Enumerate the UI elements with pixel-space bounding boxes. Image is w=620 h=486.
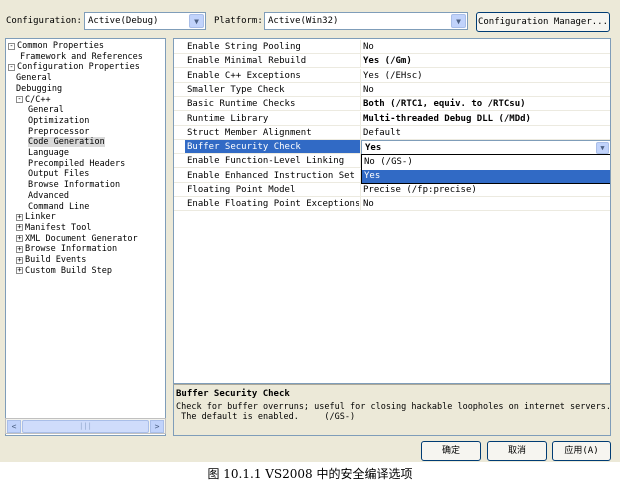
ok-button[interactable]: 确定 bbox=[421, 441, 481, 461]
column-divider bbox=[360, 111, 361, 126]
property-value: No bbox=[363, 42, 374, 52]
tree-node[interactable]: Browse Information bbox=[25, 244, 117, 254]
platform-dropdown[interactable]: Active(Win32) ▼ bbox=[264, 12, 468, 30]
property-name: Floating Point Model bbox=[187, 185, 296, 195]
scroll-right-arrow-icon[interactable]: > bbox=[150, 420, 164, 433]
property-name: Enable String Pooling bbox=[187, 42, 301, 52]
tree-node[interactable]: General bbox=[16, 73, 52, 83]
property-row[interactable]: Enable Minimal Rebuild Yes (/Gm) bbox=[174, 54, 610, 69]
tree-node[interactable]: Precompiled Headers bbox=[28, 159, 125, 169]
property-name: Enable Function-Level Linking bbox=[187, 156, 345, 167]
column-divider bbox=[360, 82, 361, 97]
property-pages-dialog: Configuration: Active(Debug) ▼ Platform:… bbox=[0, 0, 620, 462]
column-divider bbox=[360, 68, 361, 83]
property-name: Runtime Library bbox=[187, 113, 269, 124]
platform-value: Active(Win32) bbox=[268, 16, 339, 26]
property-row[interactable]: Struct Member Alignment Default bbox=[174, 125, 610, 140]
property-row[interactable]: Smaller Type Check No bbox=[174, 82, 610, 97]
property-name: Enable Minimal Rebuild bbox=[187, 56, 307, 67]
tree-node[interactable]: Advanced bbox=[28, 191, 69, 201]
property-value: Multi-threaded Debug DLL (/MDd) bbox=[363, 113, 531, 124]
platform-label: Platform: bbox=[214, 16, 263, 26]
scroll-left-arrow-icon[interactable]: < bbox=[7, 420, 21, 433]
property-value: Both (/RTC1, equiv. to /RTCsu) bbox=[363, 99, 526, 110]
tree-node[interactable]: C/C++ bbox=[25, 95, 51, 105]
column-divider bbox=[360, 54, 361, 69]
chevron-down-icon[interactable]: ▼ bbox=[189, 14, 204, 28]
column-divider bbox=[360, 197, 361, 212]
column-divider bbox=[360, 40, 361, 54]
dropdown-options-list: No (/GS-) Yes bbox=[361, 154, 610, 184]
tree-node[interactable]: General bbox=[28, 105, 64, 115]
property-name: Smaller Type Check bbox=[187, 84, 285, 95]
property-row[interactable]: Enable String Pooling No bbox=[174, 40, 610, 54]
property-tree: - Common Properties Framework and Referenc… bbox=[5, 38, 166, 436]
expand-plus-icon[interactable]: + bbox=[16, 235, 23, 243]
figure-caption: 图 10.1.1 VS2008 中的安全编译选项 bbox=[207, 467, 413, 481]
configuration-label: Configuration: bbox=[6, 16, 82, 26]
column-divider bbox=[360, 125, 361, 140]
tree-node[interactable]: Manifest Tool bbox=[25, 223, 92, 233]
dropdown-option[interactable]: Yes bbox=[362, 169, 610, 183]
property-grid: Enable String Pooling No Enable Minimal Re… bbox=[173, 38, 611, 384]
tree-node[interactable]: Linker bbox=[25, 212, 56, 222]
property-value: No bbox=[363, 84, 374, 95]
dropdown-option[interactable]: No (/GS-) bbox=[362, 156, 610, 169]
configuration-value: Active(Debug) bbox=[88, 16, 159, 26]
tree-node[interactable]: Debugging bbox=[16, 84, 62, 94]
scrollbar-thumb[interactable]: ||| bbox=[22, 420, 149, 433]
description-text: Check for buffer overruns; useful for cl… bbox=[176, 402, 611, 422]
property-name: Struct Member Alignment bbox=[187, 127, 312, 138]
property-value: Precise (/fp:precise) bbox=[363, 185, 477, 195]
tree-node[interactable]: Command Line bbox=[28, 202, 89, 212]
property-row[interactable]: Floating Point Model Precise (/fp:precise… bbox=[174, 183, 610, 197]
expand-plus-icon[interactable]: + bbox=[16, 256, 23, 264]
property-row[interactable]: Runtime Library Multi-threaded Debug DLL … bbox=[174, 111, 610, 126]
property-description-panel: Buffer Security Check Check for buffer o… bbox=[173, 384, 611, 436]
tree-node[interactable]: XML Document Generator bbox=[25, 234, 138, 244]
dropdown-value: Yes bbox=[365, 143, 382, 153]
tree-node[interactable]: Browse Information bbox=[28, 180, 120, 190]
expand-plus-icon[interactable]: + bbox=[16, 245, 23, 253]
tree-node[interactable]: Preprocessor bbox=[28, 127, 89, 137]
property-name: Enable C++ Exceptions bbox=[187, 70, 301, 81]
tree-node[interactable]: Custom Build Step bbox=[25, 266, 112, 276]
property-value: Default bbox=[363, 127, 401, 138]
property-value: Yes (/Gm) bbox=[363, 56, 412, 67]
column-divider bbox=[360, 97, 361, 112]
tree-node[interactable]: Configuration Properties bbox=[17, 62, 140, 72]
cancel-button[interactable]: 取消 bbox=[487, 441, 547, 461]
expand-plus-icon[interactable]: + bbox=[16, 224, 23, 232]
tree-node[interactable]: Code Generation bbox=[28, 137, 105, 148]
collapse-minus-icon[interactable]: - bbox=[8, 63, 15, 71]
apply-button[interactable]: 应用(A) bbox=[552, 441, 611, 461]
property-row[interactable]: Enable C++ Exceptions Yes (/EHsc) bbox=[174, 68, 610, 83]
tree-node[interactable]: Language bbox=[28, 148, 69, 158]
tree-node[interactable]: Framework and References bbox=[20, 52, 143, 62]
tree-node[interactable]: Optimization bbox=[28, 116, 89, 126]
property-name: Enable Floating Point Exceptions bbox=[187, 199, 359, 210]
property-row[interactable]: Basic Runtime Checks Both (/RTC1, equiv. … bbox=[174, 97, 610, 112]
collapse-minus-icon[interactable]: - bbox=[16, 96, 23, 103]
tree-node[interactable]: Output Files bbox=[28, 169, 89, 179]
property-value: No bbox=[363, 199, 374, 210]
collapse-minus-icon[interactable]: - bbox=[8, 42, 15, 50]
expand-plus-icon[interactable]: + bbox=[16, 267, 23, 275]
property-name: Buffer Security Check bbox=[185, 140, 360, 154]
property-name: Basic Runtime Checks bbox=[187, 99, 296, 110]
column-divider bbox=[360, 183, 361, 197]
expand-plus-icon[interactable]: + bbox=[16, 213, 23, 221]
configuration-dropdown[interactable]: Active(Debug) ▼ bbox=[84, 12, 206, 30]
tree-node[interactable]: Common Properties bbox=[17, 41, 104, 51]
tree-horizontal-scrollbar[interactable]: < ||| > bbox=[5, 418, 166, 434]
description-title: Buffer Security Check bbox=[176, 389, 290, 399]
configuration-manager-button[interactable]: Configuration Manager... bbox=[476, 12, 610, 32]
property-value: Yes (/EHsc) bbox=[363, 70, 423, 81]
chevron-down-icon[interactable]: ▼ bbox=[451, 14, 466, 28]
chevron-down-icon[interactable]: ▼ bbox=[596, 142, 609, 154]
property-row[interactable]: Enable Floating Point Exceptions No bbox=[174, 197, 610, 212]
tree-node[interactable]: Build Events bbox=[25, 255, 86, 265]
property-name: Enable Enhanced Instruction Set bbox=[187, 170, 355, 181]
